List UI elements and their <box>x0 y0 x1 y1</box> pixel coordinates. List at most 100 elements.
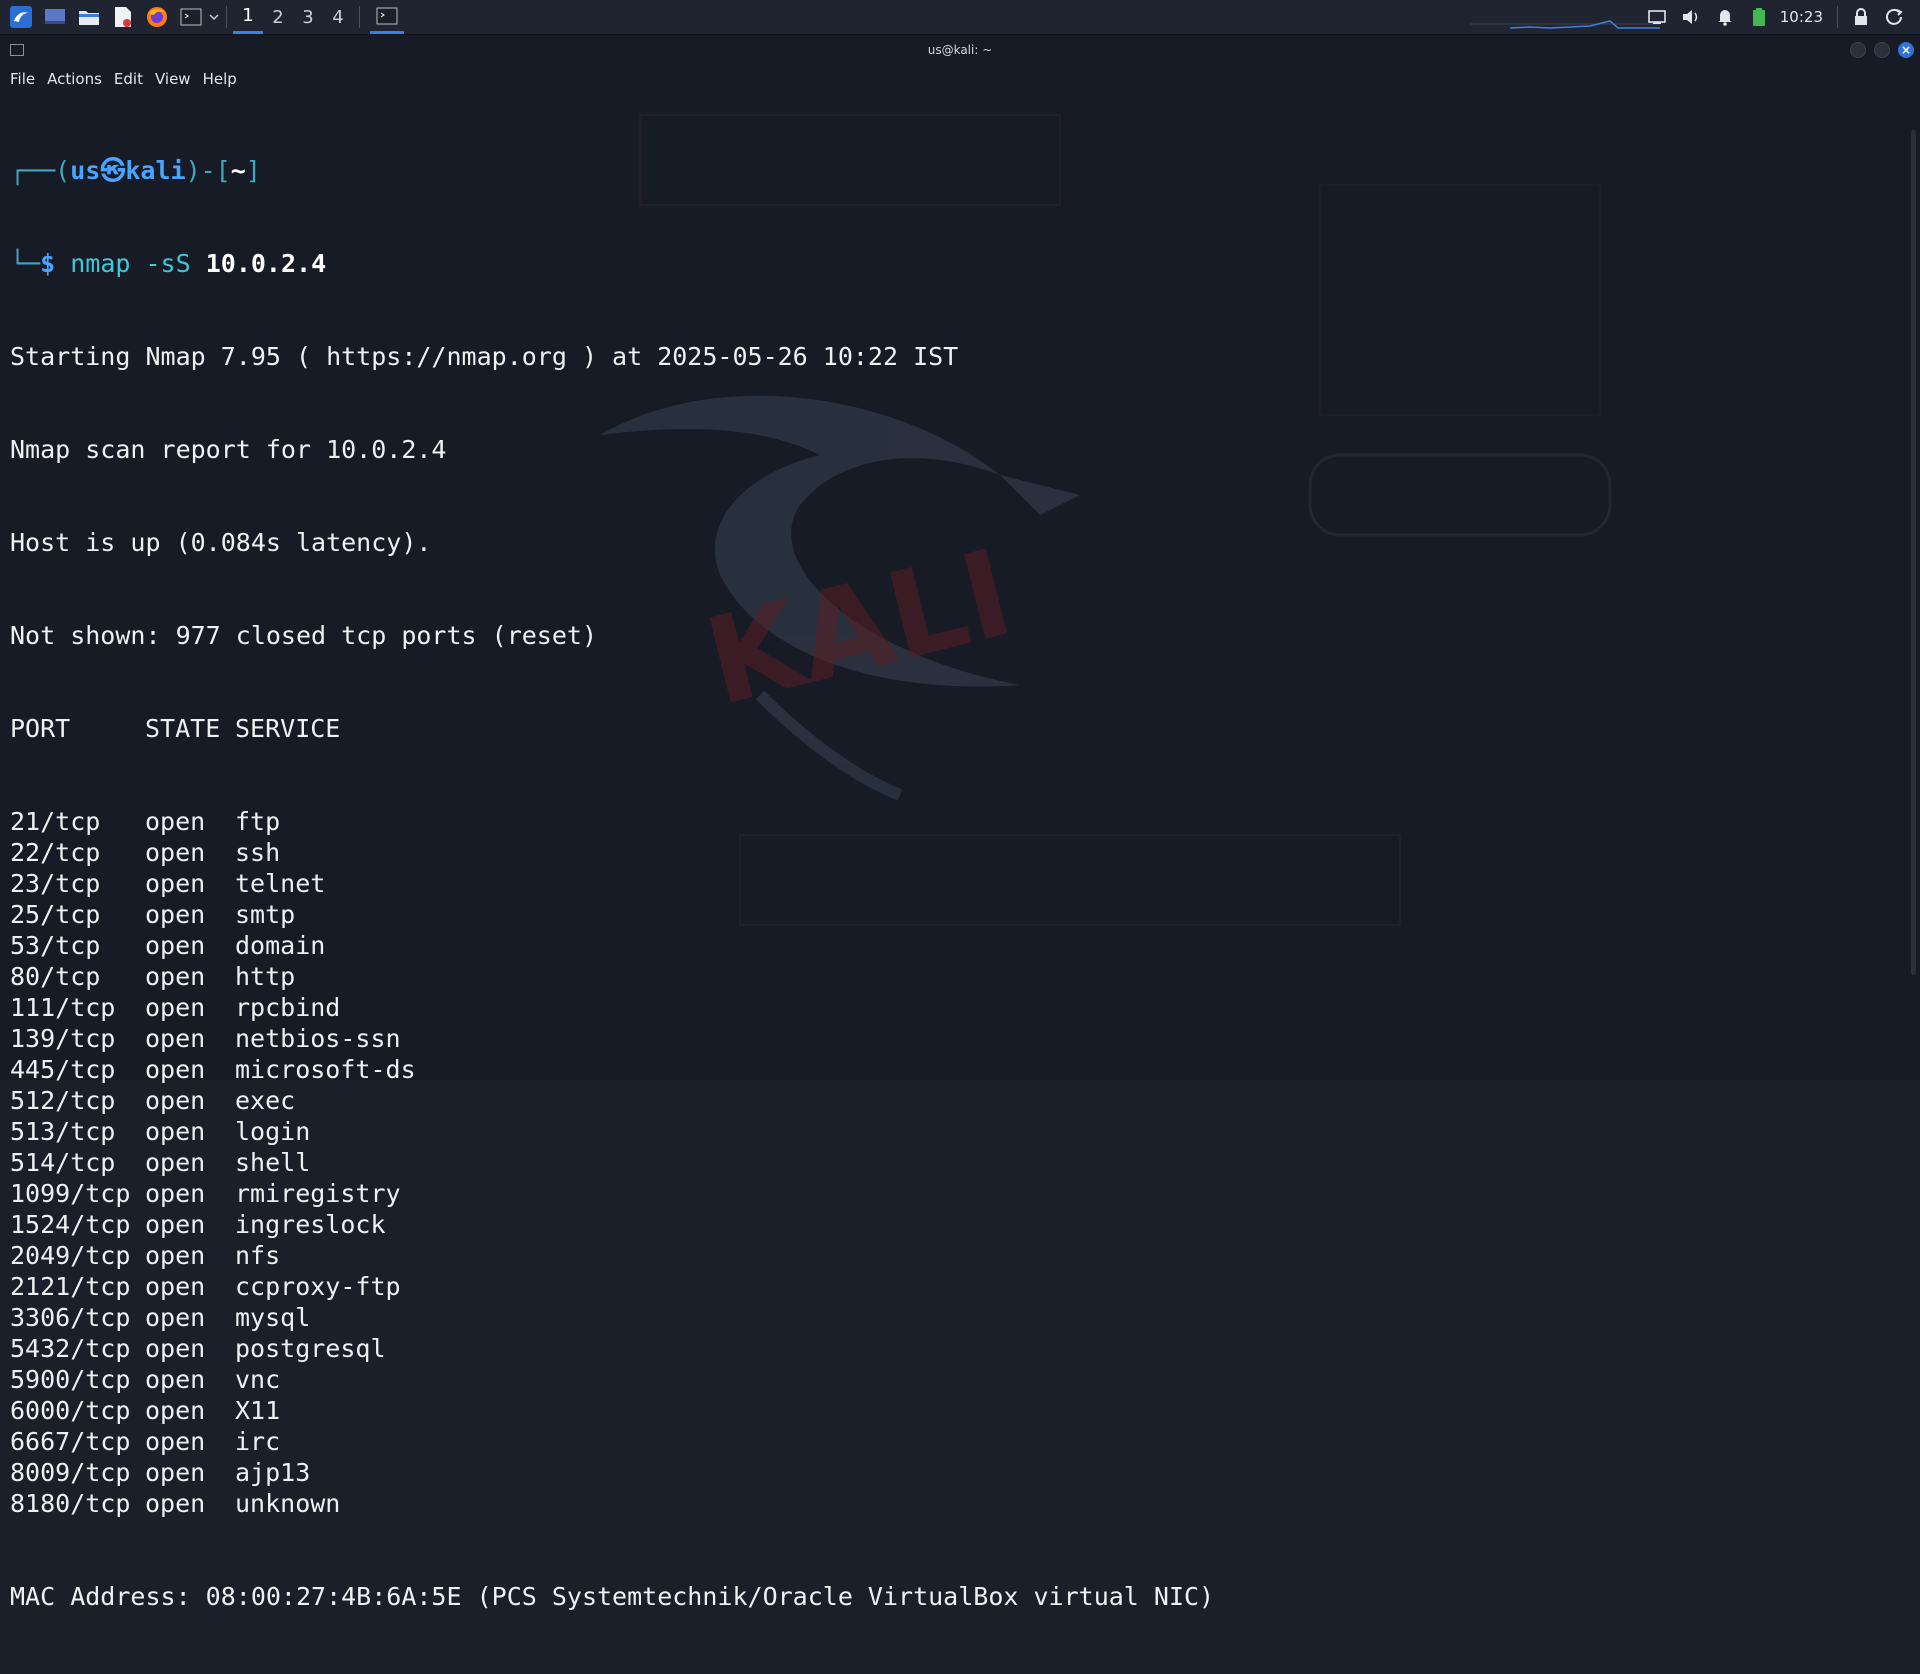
port-row: 5432/tcp open postgresql <box>10 1333 1890 1364</box>
port-service: vnc <box>235 1365 281 1394</box>
output-line: Not shown: 977 closed tcp ports (reset) <box>10 621 597 650</box>
mac-address-line: MAC Address: 08:00:27:4B:6A:5E (PCS Syst… <box>10 1582 1215 1611</box>
menu-edit[interactable]: Edit <box>114 70 143 88</box>
terminal-window-task[interactable] <box>370 0 404 34</box>
port-state: open <box>145 1086 206 1115</box>
port-row: 1524/tcp open ingreslock <box>10 1209 1890 1240</box>
window-titlebar[interactable]: us@kali: ~ × <box>0 35 1920 65</box>
port-number: 21/tcp <box>10 807 101 836</box>
terminal-output[interactable]: ┌──(us㉿kali)-[~] └─$ nmap -sS 10.0.2.4 S… <box>10 93 1890 1674</box>
port-state: open <box>145 1334 206 1363</box>
port-table-header: PORT STATE SERVICE <box>10 713 1890 744</box>
port-service: mysql <box>235 1303 311 1332</box>
workspace-4[interactable]: 4 <box>323 0 353 34</box>
firefox-icon[interactable] <box>144 4 170 30</box>
port-row: 80/tcp open http <box>10 961 1890 992</box>
port-number: 3306/tcp <box>10 1303 131 1332</box>
port-number: 22/tcp <box>10 838 101 867</box>
port-state: open <box>145 1024 206 1053</box>
port-service: smtp <box>235 900 296 929</box>
taskbar-left: 1 2 3 4 <box>0 0 404 34</box>
port-row: 514/tcp open shell <box>10 1147 1890 1178</box>
port-number: 8009/tcp <box>10 1458 131 1487</box>
system-tray: 10:23 <box>1640 0 1920 34</box>
text-editor-icon[interactable] <box>110 4 136 30</box>
prompt-dir: ~ <box>230 156 246 185</box>
port-row: 21/tcp open ftp <box>10 806 1890 837</box>
port-number: 512/tcp <box>10 1086 116 1115</box>
port-row: 25/tcp open smtp <box>10 899 1890 930</box>
minimize-button[interactable] <box>1850 42 1866 58</box>
column-port: PORT <box>10 714 71 743</box>
port-state: open <box>145 1427 206 1456</box>
port-row: 2049/tcp open nfs <box>10 1240 1890 1271</box>
battery-icon[interactable] <box>1747 5 1771 29</box>
scrollbar[interactable] <box>1911 130 1916 975</box>
kali-menu-icon[interactable] <box>8 4 34 30</box>
command-target: 10.0.2.4 <box>205 249 327 278</box>
port-number: 5900/tcp <box>10 1365 131 1394</box>
clock[interactable]: 10:23 <box>1780 8 1823 26</box>
terminal-launcher-icon[interactable] <box>178 4 204 30</box>
port-state: open <box>145 900 206 929</box>
port-service: unknown <box>235 1489 341 1518</box>
port-number: 6667/tcp <box>10 1427 131 1456</box>
port-number: 53/tcp <box>10 931 101 960</box>
port-service: telnet <box>235 869 326 898</box>
port-state: open <box>145 1241 206 1270</box>
port-number: 2049/tcp <box>10 1241 131 1270</box>
port-state: open <box>145 1365 206 1394</box>
port-service: rmiregistry <box>235 1179 401 1208</box>
port-state: open <box>145 1148 206 1177</box>
port-state: open <box>145 1489 206 1518</box>
port-state: open <box>145 1396 206 1425</box>
workspace-3[interactable]: 3 <box>293 0 323 34</box>
port-row: 139/tcp open netbios-ssn <box>10 1023 1890 1054</box>
cpu-graph <box>1470 20 1660 29</box>
volume-icon[interactable] <box>1679 5 1703 29</box>
port-state: open <box>145 869 206 898</box>
port-service: ingreslock <box>235 1210 386 1239</box>
port-service: irc <box>235 1427 281 1456</box>
lock-icon[interactable] <box>1849 5 1873 29</box>
window-title: us@kali: ~ <box>927 43 993 57</box>
port-row: 3306/tcp open mysql <box>10 1302 1890 1333</box>
maximize-button[interactable] <box>1874 42 1890 58</box>
port-service: http <box>235 962 296 991</box>
port-row: 2121/tcp open ccproxy-ftp <box>10 1271 1890 1302</box>
port-service: ajp13 <box>235 1458 311 1487</box>
workspace-2[interactable]: 2 <box>263 0 293 34</box>
port-number: 8180/tcp <box>10 1489 131 1518</box>
port-state: open <box>145 1055 206 1084</box>
port-row: 23/tcp open telnet <box>10 868 1890 899</box>
file-manager-icon[interactable] <box>76 4 102 30</box>
menu-actions[interactable]: Actions <box>47 70 102 88</box>
port-number: 25/tcp <box>10 900 101 929</box>
port-number: 111/tcp <box>10 993 116 1022</box>
port-row: 8009/tcp open ajp13 <box>10 1457 1890 1488</box>
prompt-user: us <box>70 156 101 185</box>
port-service: nfs <box>235 1241 281 1270</box>
logout-icon[interactable] <box>1883 5 1907 29</box>
port-service: exec <box>235 1086 296 1115</box>
menu-file[interactable]: File <box>10 70 35 88</box>
window-controls: × <box>1842 42 1914 58</box>
notification-bell-icon[interactable] <box>1713 5 1737 29</box>
display-icon[interactable] <box>1645 5 1669 29</box>
chevron-down-icon[interactable] <box>208 4 220 30</box>
port-state: open <box>145 1458 206 1487</box>
menu-view[interactable]: View <box>155 70 191 88</box>
menu-help[interactable]: Help <box>203 70 237 88</box>
terminal-window[interactable]: KALI us@kali: ~ × File Actions Edit View… <box>0 35 1920 1611</box>
window-menu-icon[interactable] <box>10 44 24 56</box>
port-row: 512/tcp open exec <box>10 1085 1890 1116</box>
port-state: open <box>145 1272 206 1301</box>
workspace-1[interactable]: 1 <box>233 0 263 34</box>
close-button[interactable]: × <box>1898 42 1914 58</box>
port-state: open <box>145 1210 206 1239</box>
show-desktop-icon[interactable] <box>42 4 68 30</box>
port-service: netbios-ssn <box>235 1024 401 1053</box>
output-line: Host is up (0.084s latency). <box>10 528 432 557</box>
port-service: ccproxy-ftp <box>235 1272 401 1301</box>
port-number: 1099/tcp <box>10 1179 131 1208</box>
